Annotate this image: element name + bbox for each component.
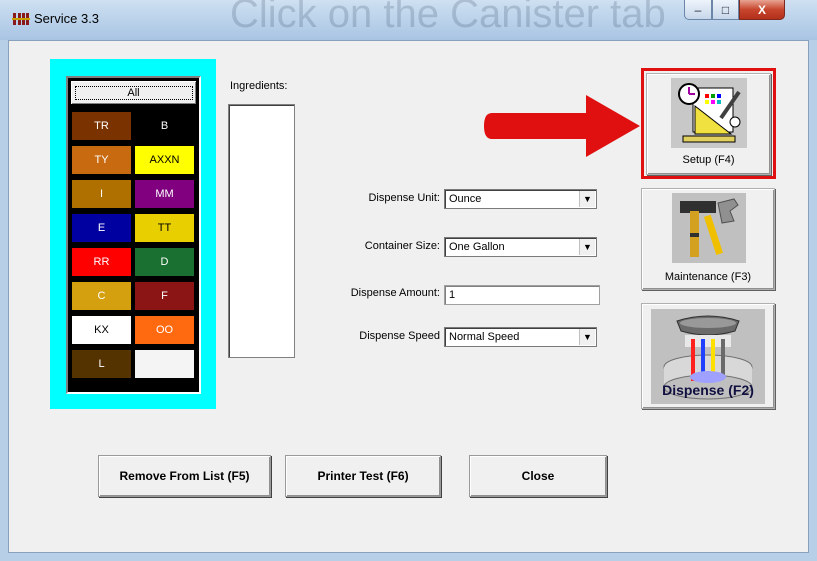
ingredients-list[interactable] — [228, 104, 295, 358]
dropdown-arrow-icon[interactable]: ▼ — [579, 191, 595, 207]
canister-cell[interactable]: I — [71, 179, 132, 209]
maintenance-button[interactable]: Maintenance (F3) — [641, 188, 775, 290]
app-icon — [12, 13, 30, 25]
maximize-button[interactable]: □ — [712, 0, 739, 20]
close-window-button[interactable]: X — [739, 0, 785, 20]
dispense-speed-value: Normal Speed — [449, 331, 520, 343]
canister-cell[interactable]: TR — [71, 111, 132, 141]
maintenance-label: Maintenance (F3) — [664, 271, 752, 283]
canister-cell[interactable] — [134, 349, 195, 379]
canister-cell[interactable]: D — [134, 247, 195, 277]
canister-cell[interactable]: E — [71, 213, 132, 243]
container-size-select[interactable]: One Gallon ▼ — [444, 237, 597, 257]
maintenance-icon — [672, 193, 746, 263]
container-size-value: One Gallon — [449, 241, 505, 253]
title-bar[interactable]: Click on the Canister tab Service 3.3 – … — [0, 0, 817, 40]
dropdown-arrow-icon[interactable]: ▼ — [579, 239, 595, 255]
canister-cell[interactable]: B — [134, 111, 195, 141]
printer-test-button[interactable]: Printer Test (F6) — [285, 455, 441, 497]
close-icon: X — [757, 2, 766, 17]
window-title: Service 3.3 — [34, 11, 100, 26]
pointer-arrow-icon — [484, 95, 640, 157]
dispense-amount-label: Dispense Amount: — [350, 287, 440, 299]
dispense-unit-select[interactable]: Ounce ▼ — [444, 189, 597, 209]
close-button[interactable]: Close — [469, 455, 607, 497]
dispense-speed-label: Dispense Speed — [359, 330, 440, 342]
dropdown-arrow-icon[interactable]: ▼ — [579, 329, 595, 345]
dispense-label: Dispense (F2) — [662, 382, 754, 398]
maximize-icon: □ — [721, 2, 730, 17]
canister-cell[interactable]: L — [71, 349, 132, 379]
canister-cell[interactable]: MM — [134, 179, 195, 209]
background-caption: Click on the Canister tab — [230, 0, 666, 36]
ingredients-label: Ingredients: — [230, 80, 288, 92]
dispense-amount-field[interactable]: 1 — [444, 285, 600, 305]
dispense-unit-value: Ounce — [449, 193, 482, 205]
minimize-icon: – — [694, 2, 702, 17]
canister-cell[interactable]: C — [71, 281, 132, 311]
setup-highlight — [641, 68, 776, 179]
canister-cell[interactable]: KX — [71, 315, 132, 345]
remove-from-list-button[interactable]: Remove From List (F5) — [98, 455, 271, 497]
service-window: Click on the Canister tab Service 3.3 – … — [0, 0, 817, 561]
canister-cell[interactable]: TT — [134, 213, 195, 243]
dispense-unit-label: Dispense Unit: — [368, 192, 440, 204]
dispense-speed-select[interactable]: Normal Speed ▼ — [444, 327, 597, 347]
all-button-label: All — [74, 85, 193, 100]
container-size-label: Container Size: — [364, 240, 440, 252]
minimize-button[interactable]: – — [684, 0, 712, 20]
canister-cell[interactable]: TY — [71, 145, 132, 175]
all-button[interactable]: All — [70, 80, 197, 105]
canister-cell[interactable]: RR — [71, 247, 132, 277]
canister-cell[interactable]: AXXN — [134, 145, 195, 175]
canister-cell[interactable]: OO — [134, 315, 195, 345]
canister-cell[interactable]: F — [134, 281, 195, 311]
dispense-button[interactable]: Dispense (F2) — [641, 303, 775, 409]
